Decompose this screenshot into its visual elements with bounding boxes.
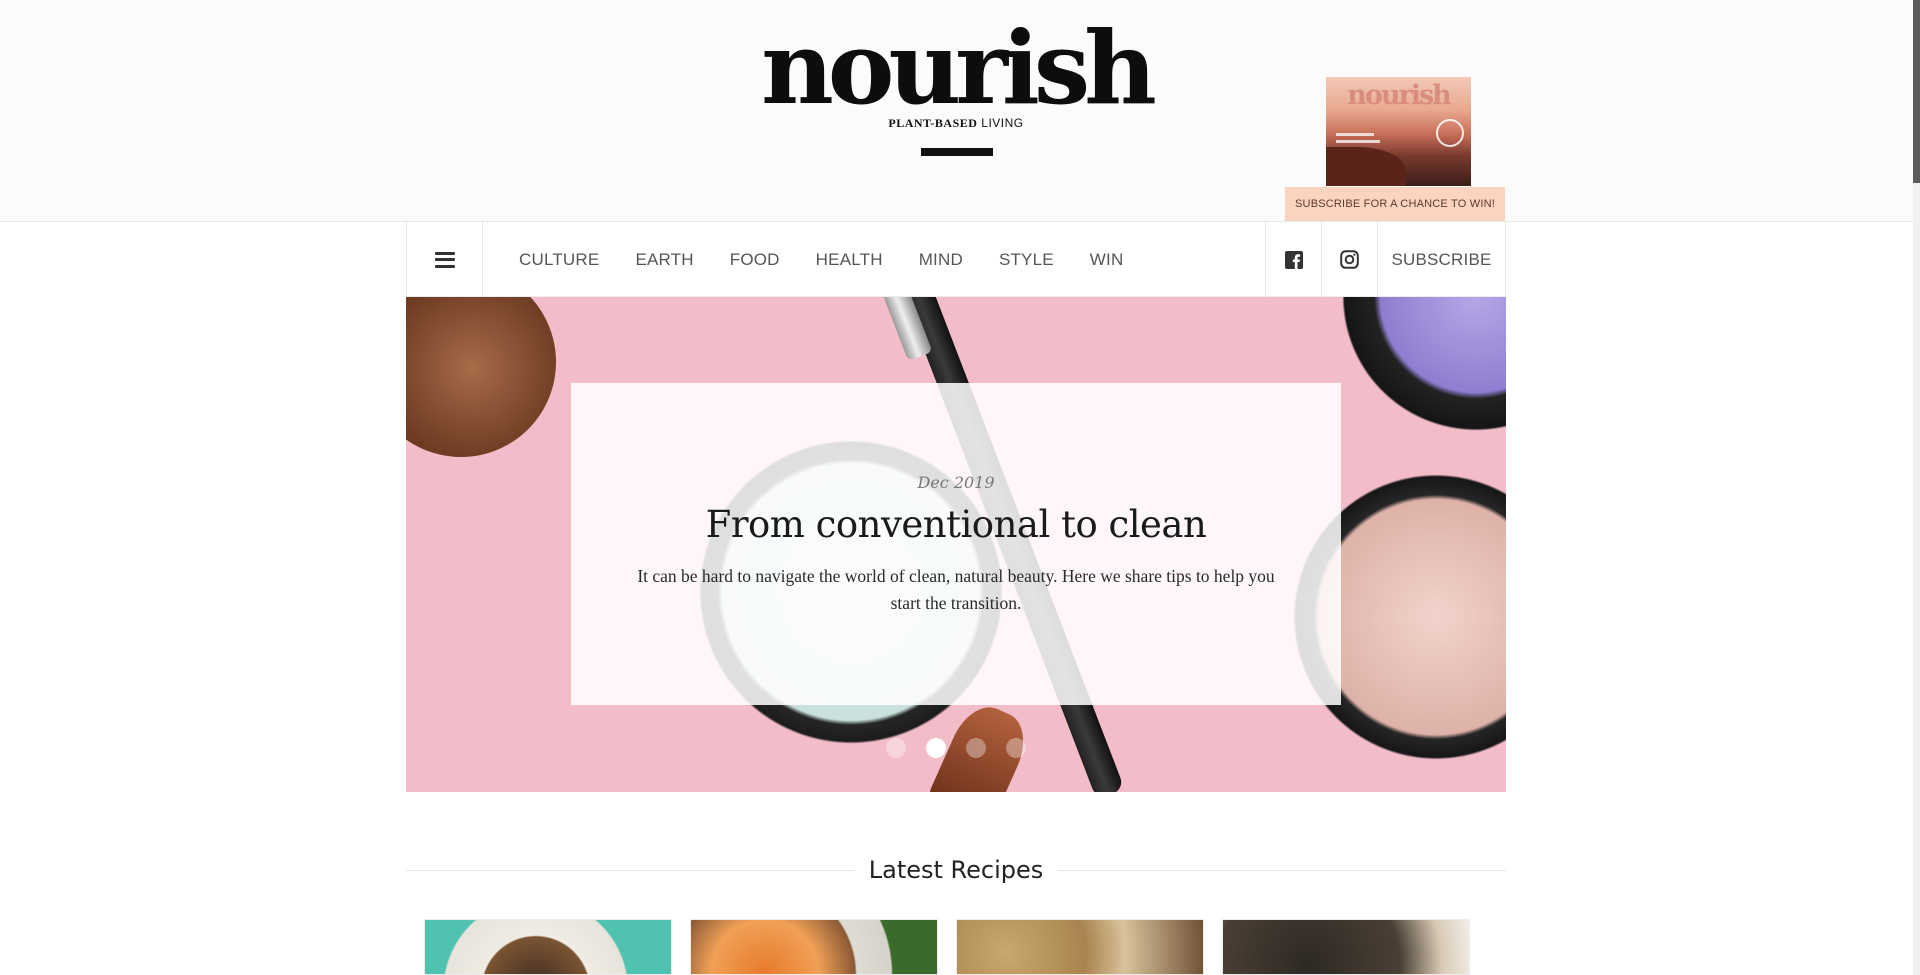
hero-image-compact	[406, 297, 581, 482]
hero-slider[interactable]: Dec 2019 From conventional to clean It c…	[406, 297, 1506, 792]
slider-dot-3[interactable]	[966, 738, 986, 758]
cover-text-line	[1336, 133, 1374, 136]
section-title: Latest Recipes	[854, 856, 1058, 884]
logo-wordmark: nourish	[761, 9, 1157, 127]
nav-right: SUBSCRIBE	[1265, 222, 1505, 297]
logo-underline	[921, 148, 993, 156]
subscribe-promo-link[interactable]: SUBSCRIBE FOR A CHANCE TO WIN!	[1285, 187, 1505, 221]
magazine-cover-title: nourish	[1347, 80, 1452, 111]
cover-badge	[1436, 119, 1464, 147]
instagram-icon	[1340, 250, 1359, 269]
recipe-card-thumbnail[interactable]	[690, 919, 938, 975]
magazine-cover-image[interactable]: nourish	[1326, 77, 1471, 186]
site-header: nourish PLANT-BASED LIVING nourish SUBSC…	[0, 0, 1920, 222]
tagline-rest: LIVING	[981, 116, 1024, 130]
cover-text-line	[1336, 140, 1380, 143]
hero-article-card[interactable]: Dec 2019 From conventional to clean It c…	[571, 383, 1341, 705]
recipe-card-thumbnail[interactable]	[1222, 919, 1470, 975]
subscribe-nav-link[interactable]: SUBSCRIBE	[1377, 222, 1505, 297]
article-date: Dec 2019	[917, 473, 995, 492]
site-logo[interactable]: nourish PLANT-BASED LIVING	[760, 9, 1157, 162]
nav-item-food[interactable]: FOOD	[730, 250, 780, 270]
instagram-link[interactable]	[1321, 222, 1377, 297]
slider-dot-2-active[interactable]	[926, 738, 946, 758]
facebook-link[interactable]	[1265, 222, 1321, 297]
scrollbar-thumb[interactable]	[1913, 0, 1920, 183]
nav-item-mind[interactable]: MIND	[919, 250, 963, 270]
slider-pagination	[406, 738, 1506, 758]
menu-button[interactable]	[407, 222, 483, 297]
nav-item-style[interactable]: STYLE	[999, 250, 1054, 270]
hero-image-eyeshadow-purple	[1326, 297, 1506, 447]
nav-item-earth[interactable]: EARTH	[635, 250, 693, 270]
hamburger-menu-icon	[434, 251, 455, 268]
cover-landscape	[1326, 147, 1406, 186]
nav-links: CULTURE EARTH FOOD HEALTH MIND STYLE WIN	[519, 222, 1159, 297]
latest-recipes-heading: Latest Recipes	[406, 856, 1506, 884]
tagline-bold: PLANT-BASED	[888, 116, 978, 130]
recipe-grid	[424, 919, 1474, 975]
article-title[interactable]: From conventional to clean	[571, 503, 1341, 546]
page-scrollbar[interactable]	[1913, 0, 1920, 975]
nav-item-health[interactable]: HEALTH	[816, 250, 883, 270]
slider-dot-4[interactable]	[1006, 738, 1026, 758]
recipe-card-thumbnail[interactable]	[956, 919, 1204, 975]
nav-item-win[interactable]: WIN	[1090, 250, 1124, 270]
nav-item-culture[interactable]: CULTURE	[519, 250, 599, 270]
slider-dot-1[interactable]	[886, 738, 906, 758]
article-excerpt: It can be hard to navigate the world of …	[637, 566, 1275, 613]
recipe-card-thumbnail[interactable]	[424, 919, 672, 975]
page: nourish PLANT-BASED LIVING nourish SUBSC…	[0, 0, 1920, 975]
facebook-icon	[1284, 250, 1303, 269]
main-navigation: CULTURE EARTH FOOD HEALTH MIND STYLE WIN	[406, 222, 1506, 297]
